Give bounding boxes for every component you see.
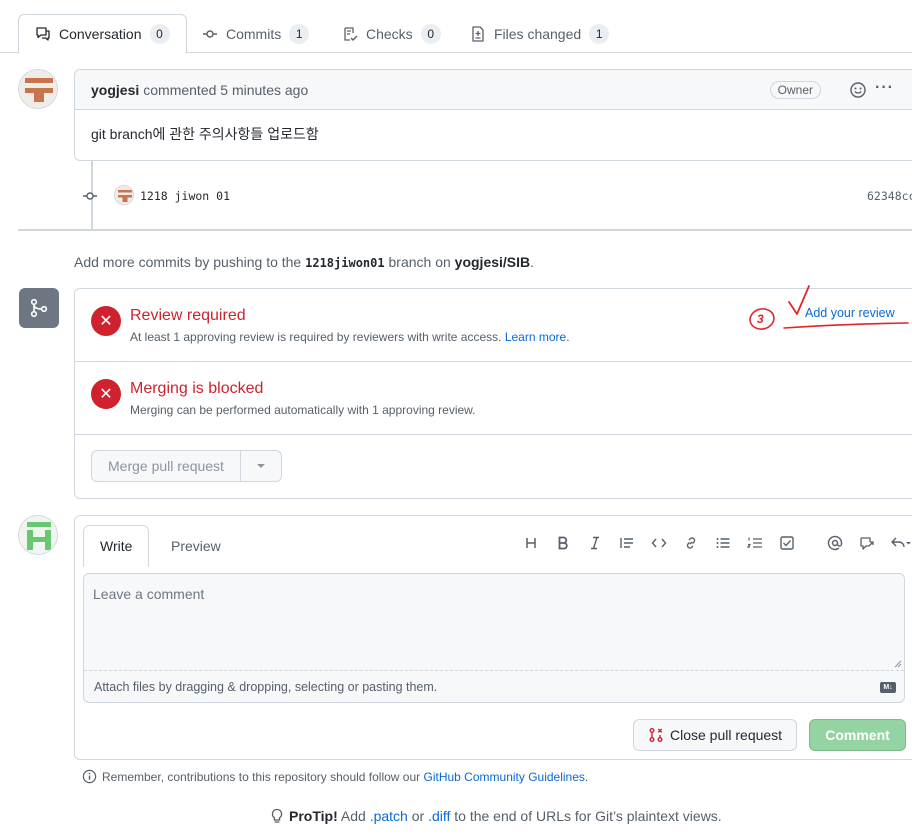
saved-replies-icon[interactable] [883, 531, 912, 555]
tab-checks[interactable]: Checks 0 [326, 14, 457, 54]
commit-message[interactable]: 1218 jiwon 01 [140, 189, 230, 203]
toolbar-spacer [803, 531, 819, 555]
comment-body: git branch에 관한 주의사항들 업로드함 [91, 126, 319, 142]
push-info-middle: branch on [388, 254, 451, 270]
bold-icon[interactable] [547, 531, 579, 555]
comment-button[interactable]: Comment [809, 719, 906, 751]
x-circle-icon: ✕ [91, 306, 121, 336]
current-user-avatar[interactable] [18, 515, 58, 555]
tab-files-changed-count: 1 [589, 24, 610, 44]
heading-icon[interactable] [515, 531, 547, 555]
git-commit-icon [83, 192, 97, 200]
quote-icon[interactable] [611, 531, 643, 555]
tab-conversation-label: Conversation [59, 26, 142, 42]
more-options-icon[interactable]: ··· [875, 79, 894, 97]
attach-files-area[interactable]: Attach files by dragging & dropping, sel… [84, 670, 904, 702]
checklist-icon [344, 27, 358, 41]
x-circle-icon: ✕ [91, 379, 121, 409]
unordered-list-icon[interactable] [707, 531, 739, 555]
tab-files-changed-label: Files changed [494, 26, 582, 42]
tab-commits[interactable]: Commits 1 [186, 14, 325, 54]
review-required-desc: At least 1 approving review is required … [130, 330, 502, 344]
merge-status-icon [19, 288, 59, 328]
push-info-text: Add more commits by pushing to the 1218j… [74, 254, 534, 270]
protip-or: or [411, 808, 425, 824]
git-commit-icon [203, 30, 217, 38]
annotation-number: 3 [757, 312, 764, 326]
learn-more-link[interactable]: Learn more. [505, 330, 570, 344]
mention-icon[interactable] [819, 531, 851, 555]
merging-blocked-section: ✕ Merging is blocked Merging can be perf… [75, 362, 912, 435]
comment-author[interactable]: yogjesi [91, 82, 139, 98]
comment-discussion-icon [36, 27, 50, 41]
pr-tab-bar: Conversation 0 Commits 1 Checks 0 Files … [0, 0, 912, 54]
comment-placeholder: Leave a comment [93, 586, 205, 602]
remember-text: Remember, contributions to this reposito… [102, 769, 421, 784]
close-pull-request-button[interactable]: Close pull request [633, 719, 798, 751]
annotation-overlay [749, 285, 909, 330]
merge-pull-request-button[interactable]: Merge pull request [91, 450, 282, 482]
resize-handle-icon[interactable] [894, 660, 902, 668]
tab-conversation-count: 0 [149, 24, 170, 44]
community-guidelines-link[interactable]: GitHub Community Guidelines [424, 770, 585, 784]
comment-textarea[interactable]: Leave a comment Attach files by dragging… [83, 573, 905, 703]
merge-options-dropdown[interactable] [241, 451, 281, 481]
merging-blocked-title: Merging is blocked [130, 380, 264, 397]
light-bulb-icon [271, 808, 283, 823]
new-comment-form: Write Preview Leave a comment Attach fil… [74, 515, 912, 760]
tab-files-changed[interactable]: Files changed 1 [454, 14, 625, 54]
ordered-list-icon[interactable] [739, 531, 771, 555]
diff-link[interactable]: .diff [428, 808, 450, 824]
git-merge-icon [30, 298, 48, 318]
code-icon[interactable] [643, 531, 675, 555]
merging-blocked-desc: Merging can be performed automatically w… [130, 403, 476, 417]
file-diff-icon [472, 26, 484, 42]
push-info-prefix: Add more commits by pushing to the [74, 254, 302, 270]
push-info-suffix: . [530, 254, 535, 270]
branch-name[interactable]: 1218jiwon01 [305, 256, 384, 270]
tab-checks-count: 0 [420, 24, 441, 44]
timeline-divider [18, 229, 912, 231]
commit-author-avatar[interactable] [114, 185, 134, 205]
attach-files-text: Attach files by dragging & dropping, sel… [94, 679, 438, 694]
task-list-icon[interactable] [771, 531, 803, 555]
tab-preview[interactable]: Preview [155, 525, 237, 567]
pr-description-comment: yogjesi commented 5 minutes ago Owner ··… [74, 69, 912, 161]
review-required-title: Review required [130, 307, 246, 324]
protip: ProTip! Add .patch or .diff to the end o… [270, 808, 722, 824]
commit-row: 1218 jiwon 01 62348cc [82, 184, 912, 208]
link-icon[interactable] [675, 531, 707, 555]
add-reaction-icon[interactable] [849, 81, 867, 99]
merge-button-label: Merge pull request [92, 451, 241, 481]
comment-meta[interactable]: commented 5 minutes ago [143, 82, 308, 98]
patch-link[interactable]: .patch [370, 808, 408, 824]
tab-conversation[interactable]: Conversation 0 [18, 14, 187, 54]
tab-write[interactable]: Write [83, 525, 150, 567]
markdown-icon[interactable]: M↓ [880, 682, 896, 693]
cross-reference-icon[interactable] [851, 531, 883, 555]
triangle-down-icon [256, 464, 265, 468]
owner-badge: Owner [769, 81, 821, 99]
commit-sha[interactable]: 62348cc [867, 189, 912, 203]
info-icon [82, 769, 97, 784]
italic-icon[interactable] [579, 531, 611, 555]
tab-commits-count: 1 [289, 24, 310, 44]
tab-checks-label: Checks [366, 26, 413, 42]
identicon-icon [19, 70, 57, 108]
git-pull-request-closed-icon [649, 728, 663, 742]
identicon-icon [19, 516, 57, 554]
close-pull-request-label: Close pull request [670, 727, 783, 743]
author-avatar[interactable] [18, 69, 58, 109]
protip-suffix: to the end of URLs for Git’s plaintext v… [454, 808, 722, 824]
protip-label: ProTip! [289, 808, 338, 824]
contribution-reminder: Remember, contributions to this reposito… [82, 769, 588, 784]
markdown-toolbar [515, 531, 912, 555]
tab-commits-label: Commits [226, 26, 282, 42]
protip-add: Add [340, 808, 366, 824]
remember-suffix: . [584, 769, 589, 784]
repo-name[interactable]: yogjesi/SIB [455, 254, 530, 270]
